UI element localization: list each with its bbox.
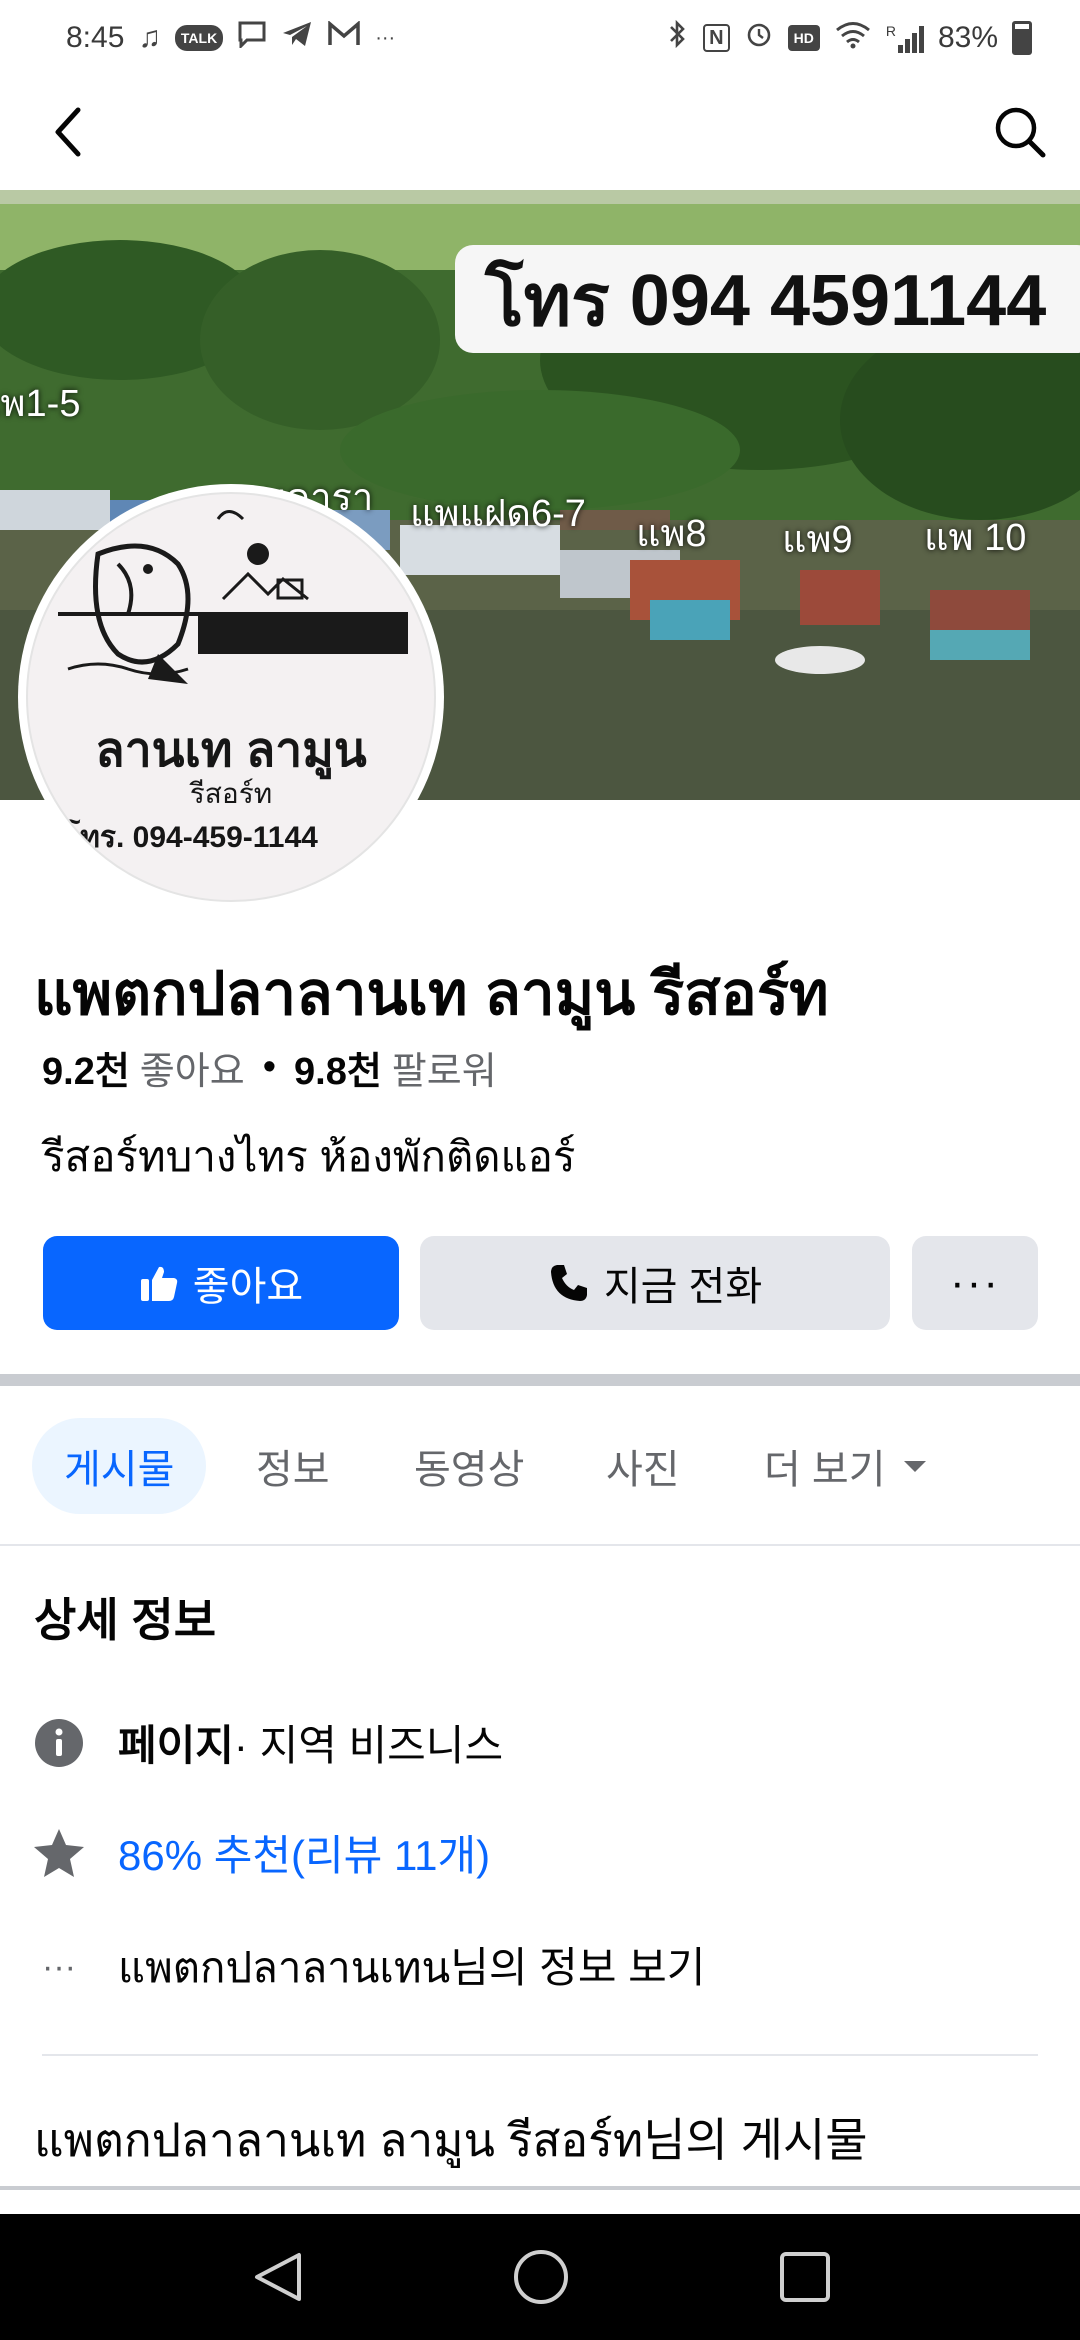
wifi-icon bbox=[834, 19, 872, 57]
nav-back-button[interactable] bbox=[244, 2244, 310, 2310]
cell-signal-icon: R bbox=[886, 23, 924, 53]
more-info-row[interactable]: ··· แพตกปลาลานเทน님의 정보 보기 bbox=[32, 1934, 705, 2001]
system-nav-bar bbox=[0, 2214, 1080, 2340]
page-title: แพตกปลาลานเท ลามูน รีสอร์ท bbox=[34, 960, 829, 1027]
posts-heading: แพตกปลาลานเท ลามูน รีสอร์ท님의 게시물 bbox=[34, 2114, 868, 2166]
battery-fill bbox=[1015, 28, 1029, 52]
nfc-icon: N bbox=[703, 24, 730, 52]
triangle-back-icon bbox=[255, 2253, 301, 2301]
like-button-label: 좋아요 bbox=[192, 1265, 304, 1309]
raft-label: แพ 10 bbox=[924, 517, 1027, 559]
avatar-image: ลานเท ลามูน รีสอร์ท โทร. 094-459-1144 bbox=[26, 492, 436, 902]
nav-recents-button[interactable] bbox=[772, 2244, 838, 2310]
status-bar-left: 8:45 ♫ TALK ··· bbox=[66, 20, 395, 56]
talk-chat-icon: TALK bbox=[174, 25, 224, 51]
page-category: รีสอร์ทบางไทร ห้องพักติดแอร์ bbox=[42, 1133, 576, 1180]
page-stats: 9.2천 좋아요 • 9.8천 팔로워 bbox=[42, 1040, 497, 1095]
music-note-icon: ♫ bbox=[138, 21, 161, 54]
app-bar bbox=[0, 76, 1080, 190]
hd-voice-icon: HD bbox=[787, 25, 820, 51]
more-info-link[interactable]: แพตกปลาลานเทน님의 정보 보기 bbox=[118, 1934, 705, 2001]
fish-logo-icon bbox=[58, 510, 408, 684]
search-icon bbox=[995, 107, 1046, 158]
tab-videos[interactable]: 동영상 bbox=[414, 1418, 524, 1514]
square-recents-icon bbox=[780, 2252, 830, 2302]
alarm-icon bbox=[744, 19, 774, 57]
clock: 8:45 bbox=[66, 21, 125, 54]
tab-photos[interactable]: 사진 bbox=[606, 1418, 680, 1514]
call-button-label: 지금 전화 bbox=[603, 1265, 763, 1309]
phone-icon bbox=[550, 1265, 587, 1301]
gmail-icon bbox=[327, 20, 361, 55]
page-tabs: 게시물 정보 동영상 사진 더 보기 bbox=[0, 1418, 1080, 1514]
call-now-button[interactable]: 지금 전화 bbox=[420, 1236, 890, 1330]
more-dots-icon: ··· bbox=[950, 1258, 1000, 1307]
posts-divider bbox=[0, 2186, 1080, 2190]
tab-about[interactable]: 정보 bbox=[256, 1418, 330, 1514]
status-bar: 8:45 ♫ TALK ··· N HD R 83% bbox=[0, 0, 1080, 76]
profile-avatar[interactable]: ลานเท ลามูน รีสอร์ท โทร. 094-459-1144 bbox=[18, 484, 444, 910]
telegram-icon bbox=[281, 20, 313, 56]
star-icon bbox=[32, 1826, 86, 1880]
back-button[interactable] bbox=[36, 100, 100, 164]
likes-label[interactable]: 좋아요 bbox=[140, 1040, 245, 1095]
raft-label: แพ8 bbox=[636, 513, 707, 555]
tabs-divider bbox=[0, 1544, 1080, 1546]
raft-label: แพ9 bbox=[782, 519, 853, 561]
caret-down-icon bbox=[903, 1461, 926, 1472]
battery-icon bbox=[1012, 21, 1032, 55]
bluetooth-icon bbox=[667, 19, 689, 57]
section-divider bbox=[0, 1374, 1080, 1386]
thumbs-up-icon bbox=[140, 1266, 177, 1301]
avatar-phone: โทร. 094-459-1144 bbox=[64, 821, 318, 854]
nav-home-button[interactable] bbox=[508, 2244, 574, 2310]
cover-phone-banner: โทร 094 4591144 bbox=[455, 245, 1080, 353]
page-type-row: 페이지 · 지역 비즈니스 bbox=[32, 1712, 503, 1773]
raft-label: แพแฝด6-7 bbox=[410, 493, 586, 535]
more-dots-icon: ··· bbox=[42, 1947, 76, 1986]
tab-more[interactable]: 더 보기 bbox=[764, 1418, 928, 1514]
likes-count[interactable]: 9.2천 bbox=[42, 1040, 130, 1095]
signal-roaming-label: R bbox=[885, 23, 896, 39]
recommend-row[interactable]: 86% 추천(리뷰 11개) bbox=[32, 1822, 490, 1883]
info-icon bbox=[32, 1716, 86, 1770]
page-type-value: · 지역 비즈니스 bbox=[233, 1722, 504, 1769]
more-notifications-icon: ··· bbox=[375, 27, 396, 49]
avatar-subtitle: รีสอร์ท bbox=[189, 778, 273, 809]
more-actions-button[interactable]: ··· bbox=[912, 1236, 1038, 1330]
search-button[interactable] bbox=[988, 100, 1052, 164]
battery-percent: 83% bbox=[937, 21, 998, 54]
chevron-left-icon bbox=[55, 107, 81, 157]
recommend-link[interactable]: 86% 추천(리뷰 11개) bbox=[118, 1822, 490, 1883]
message-icon bbox=[237, 20, 267, 56]
details-divider bbox=[42, 2054, 1038, 2056]
tab-more-label: 더 보기 bbox=[764, 1448, 886, 1492]
status-bar-right: N HD R 83% bbox=[667, 19, 1032, 57]
like-button[interactable]: 좋아요 bbox=[43, 1236, 399, 1330]
raft-label: แพ1-5 bbox=[0, 383, 81, 425]
followers-count[interactable]: 9.8천 bbox=[294, 1040, 382, 1095]
circle-home-icon bbox=[514, 2250, 568, 2304]
details-heading: 상세 정보 bbox=[34, 1594, 217, 1646]
page-type-label: 페이지 bbox=[118, 1722, 234, 1769]
stats-separator: • bbox=[262, 1046, 276, 1088]
followers-label[interactable]: 팔로워 bbox=[392, 1040, 497, 1095]
tab-posts[interactable]: 게시물 bbox=[32, 1418, 207, 1514]
